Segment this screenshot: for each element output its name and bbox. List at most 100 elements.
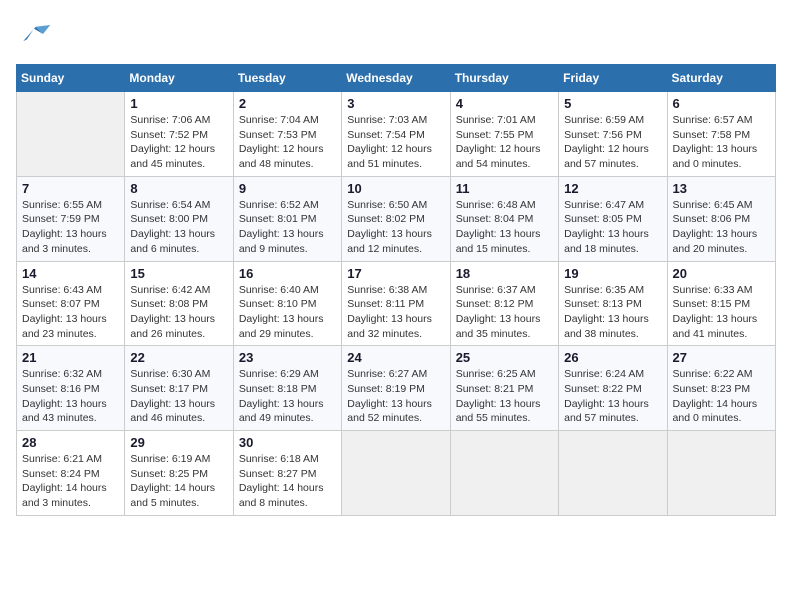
day-info: Sunrise: 7:01 AMSunset: 7:55 PMDaylight:…	[456, 113, 553, 172]
weekday-header-cell: Thursday	[450, 65, 558, 92]
day-number: 22	[130, 350, 227, 365]
calendar-day-cell	[450, 431, 558, 516]
day-number: 26	[564, 350, 661, 365]
calendar-day-cell: 8 Sunrise: 6:54 AMSunset: 8:00 PMDaylight…	[125, 176, 233, 261]
day-info: Sunrise: 6:22 AMSunset: 8:23 PMDaylight:…	[673, 367, 770, 426]
day-info: Sunrise: 7:06 AMSunset: 7:52 PMDaylight:…	[130, 113, 227, 172]
calendar-day-cell: 24Sunrise: 6:27 AMSunset: 8:19 PMDayligh…	[342, 346, 450, 431]
day-number: 5	[564, 96, 661, 111]
calendar-day-cell: 21 Sunrise: 6:32 AMSunset: 8:16 PMDayligh…	[17, 346, 125, 431]
day-info: Sunrise: 6:42 AMSunset: 8:08 PMDaylight:…	[130, 283, 227, 342]
calendar-day-cell: 16 Sunrise: 6:40 AMSunset: 8:10 PMDayligh…	[233, 261, 341, 346]
day-number: 16	[239, 266, 336, 281]
calendar-day-cell: 1 Sunrise: 7:06 AMSunset: 7:52 PMDaylight…	[125, 92, 233, 177]
calendar-day-cell: 22 Sunrise: 6:30 AMSunset: 8:17 PMDayligh…	[125, 346, 233, 431]
calendar-day-cell: 28 Sunrise: 6:21 AMSunset: 8:24 PMDayligh…	[17, 431, 125, 516]
day-number: 8	[130, 181, 227, 196]
day-info: Sunrise: 6:27 AMSunset: 8:19 PMDaylight:…	[347, 367, 444, 426]
day-number: 19	[564, 266, 661, 281]
calendar-day-cell: 10 Sunrise: 6:50 AMSunset: 8:02 PMDayligh…	[342, 176, 450, 261]
page-header	[16, 16, 776, 52]
day-info: Sunrise: 6:24 AMSunset: 8:22 PMDaylight:…	[564, 367, 661, 426]
day-number: 2	[239, 96, 336, 111]
weekday-header-row: SundayMondayTuesdayWednesdayThursdayFrid…	[17, 65, 776, 92]
calendar-day-cell: 4 Sunrise: 7:01 AMSunset: 7:55 PMDaylight…	[450, 92, 558, 177]
weekday-header-cell: Monday	[125, 65, 233, 92]
day-info: Sunrise: 6:50 AMSunset: 8:02 PMDaylight:…	[347, 198, 444, 257]
calendar-day-cell: 7 Sunrise: 6:55 AMSunset: 7:59 PMDaylight…	[17, 176, 125, 261]
calendar-week-row: 7 Sunrise: 6:55 AMSunset: 7:59 PMDaylight…	[17, 176, 776, 261]
weekday-header-cell: Tuesday	[233, 65, 341, 92]
day-number: 10	[347, 181, 444, 196]
day-number: 27	[673, 350, 770, 365]
day-info: Sunrise: 6:45 AMSunset: 8:06 PMDaylight:…	[673, 198, 770, 257]
day-info: Sunrise: 6:29 AMSunset: 8:18 PMDaylight:…	[239, 367, 336, 426]
calendar-day-cell: 23 Sunrise: 6:29 AMSunset: 8:18 PMDayligh…	[233, 346, 341, 431]
day-number: 21	[22, 350, 119, 365]
calendar-day-cell	[17, 92, 125, 177]
calendar-week-row: 21 Sunrise: 6:32 AMSunset: 8:16 PMDayligh…	[17, 346, 776, 431]
weekday-header-cell: Sunday	[17, 65, 125, 92]
day-number: 29	[130, 435, 227, 450]
calendar-week-row: 14 Sunrise: 6:43 AMSunset: 8:07 PMDayligh…	[17, 261, 776, 346]
day-info: Sunrise: 6:54 AMSunset: 8:00 PMDaylight:…	[130, 198, 227, 257]
day-number: 18	[456, 266, 553, 281]
day-number: 1	[130, 96, 227, 111]
day-info: Sunrise: 6:30 AMSunset: 8:17 PMDaylight:…	[130, 367, 227, 426]
day-number: 17	[347, 266, 444, 281]
calendar-day-cell: 26 Sunrise: 6:24 AMSunset: 8:22 PMDayligh…	[559, 346, 667, 431]
day-info: Sunrise: 6:32 AMSunset: 8:16 PMDaylight:…	[22, 367, 119, 426]
calendar-day-cell: 18 Sunrise: 6:37 AMSunset: 8:12 PMDayligh…	[450, 261, 558, 346]
day-info: Sunrise: 6:55 AMSunset: 7:59 PMDaylight:…	[22, 198, 119, 257]
calendar-day-cell: 20 Sunrise: 6:33 AMSunset: 8:15 PMDayligh…	[667, 261, 775, 346]
day-info: Sunrise: 6:33 AMSunset: 8:15 PMDaylight:…	[673, 283, 770, 342]
calendar-day-cell: 15Sunrise: 6:42 AMSunset: 8:08 PMDayligh…	[125, 261, 233, 346]
day-info: Sunrise: 6:40 AMSunset: 8:10 PMDaylight:…	[239, 283, 336, 342]
day-number: 28	[22, 435, 119, 450]
day-number: 25	[456, 350, 553, 365]
day-number: 3	[347, 96, 444, 111]
calendar-day-cell: 17 Sunrise: 6:38 AMSunset: 8:11 PMDayligh…	[342, 261, 450, 346]
calendar-week-row: 1 Sunrise: 7:06 AMSunset: 7:52 PMDaylight…	[17, 92, 776, 177]
calendar-day-cell: 14 Sunrise: 6:43 AMSunset: 8:07 PMDayligh…	[17, 261, 125, 346]
day-info: Sunrise: 7:03 AMSunset: 7:54 PMDaylight:…	[347, 113, 444, 172]
day-info: Sunrise: 6:19 AMSunset: 8:25 PMDaylight:…	[130, 452, 227, 511]
calendar-day-cell: 25Sunrise: 6:25 AMSunset: 8:21 PMDayligh…	[450, 346, 558, 431]
calendar-day-cell: 3 Sunrise: 7:03 AMSunset: 7:54 PMDaylight…	[342, 92, 450, 177]
day-number: 23	[239, 350, 336, 365]
day-info: Sunrise: 6:47 AMSunset: 8:05 PMDaylight:…	[564, 198, 661, 257]
day-info: Sunrise: 6:37 AMSunset: 8:12 PMDaylight:…	[456, 283, 553, 342]
day-number: 20	[673, 266, 770, 281]
calendar-day-cell	[559, 431, 667, 516]
day-number: 30	[239, 435, 336, 450]
day-info: Sunrise: 6:21 AMSunset: 8:24 PMDaylight:…	[22, 452, 119, 511]
weekday-header-cell: Saturday	[667, 65, 775, 92]
calendar-day-cell: 13Sunrise: 6:45 AMSunset: 8:06 PMDayligh…	[667, 176, 775, 261]
logo	[16, 16, 56, 52]
day-number: 12	[564, 181, 661, 196]
calendar-week-row: 28 Sunrise: 6:21 AMSunset: 8:24 PMDayligh…	[17, 431, 776, 516]
day-number: 11	[456, 181, 553, 196]
calendar-day-cell: 9 Sunrise: 6:52 AMSunset: 8:01 PMDaylight…	[233, 176, 341, 261]
weekday-header-cell: Friday	[559, 65, 667, 92]
calendar-day-cell: 12 Sunrise: 6:47 AMSunset: 8:05 PMDayligh…	[559, 176, 667, 261]
calendar-day-cell	[342, 431, 450, 516]
calendar-day-cell: 6 Sunrise: 6:57 AMSunset: 7:58 PMDaylight…	[667, 92, 775, 177]
day-info: Sunrise: 7:04 AMSunset: 7:53 PMDaylight:…	[239, 113, 336, 172]
day-number: 9	[239, 181, 336, 196]
day-info: Sunrise: 6:38 AMSunset: 8:11 PMDaylight:…	[347, 283, 444, 342]
day-info: Sunrise: 6:43 AMSunset: 8:07 PMDaylight:…	[22, 283, 119, 342]
calendar-day-cell: 2 Sunrise: 7:04 AMSunset: 7:53 PMDaylight…	[233, 92, 341, 177]
calendar-day-cell: 5 Sunrise: 6:59 AMSunset: 7:56 PMDaylight…	[559, 92, 667, 177]
day-number: 6	[673, 96, 770, 111]
day-info: Sunrise: 6:52 AMSunset: 8:01 PMDaylight:…	[239, 198, 336, 257]
day-number: 14	[22, 266, 119, 281]
day-info: Sunrise: 6:57 AMSunset: 7:58 PMDaylight:…	[673, 113, 770, 172]
day-number: 7	[22, 181, 119, 196]
day-number: 4	[456, 96, 553, 111]
calendar-body: 1 Sunrise: 7:06 AMSunset: 7:52 PMDaylight…	[17, 92, 776, 516]
day-info: Sunrise: 6:59 AMSunset: 7:56 PMDaylight:…	[564, 113, 661, 172]
weekday-header-cell: Wednesday	[342, 65, 450, 92]
calendar-table: SundayMondayTuesdayWednesdayThursdayFrid…	[16, 64, 776, 516]
logo-icon	[16, 16, 52, 52]
